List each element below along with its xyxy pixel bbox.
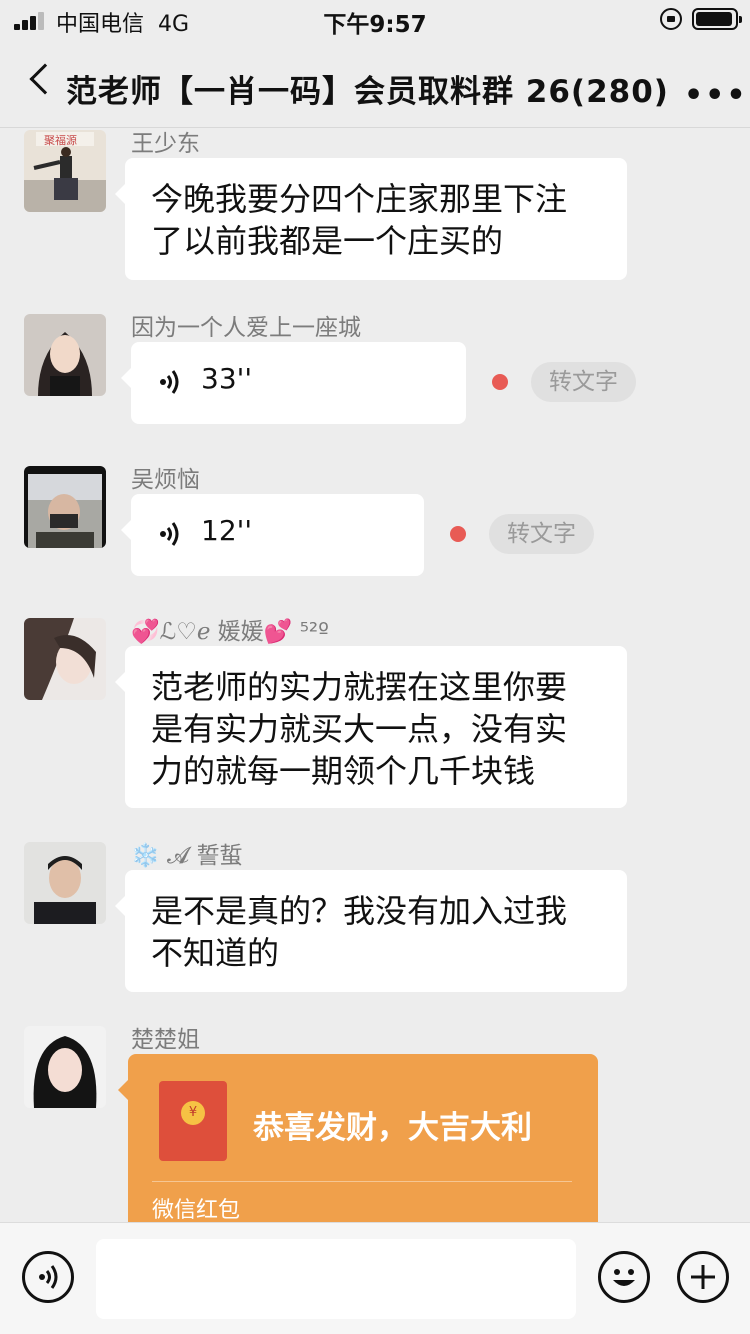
voice-input-button[interactable] [22,1251,74,1303]
message-text: 范老师的实力就摆在这里你要 是有实力就买大一点，没有实 力的就每一期领个几千块钱 [151,666,567,792]
message-line: 是有实力就买大一点，没有实 [151,710,568,748]
voice-duration: 12'' [201,514,253,547]
message-line: 不知道的 [151,934,280,972]
avatar[interactable] [24,842,106,924]
status-bar: 中国电信 4G 下午9:57 [0,0,750,40]
chat-header: 范老师【一肖一码】会员取料群 26(280) ••• [0,40,750,128]
battery-icon [692,8,742,30]
message-bubble[interactable]: 今晚我要分四个庄家那里下注 了以前我都是一个庄买的 [115,158,627,280]
red-packet-card[interactable]: ¥ 恭喜发财，大吉大利 微信红包 [118,1054,598,1234]
message-input[interactable] [96,1239,576,1319]
voice-message-bubble[interactable]: 33'' [121,342,466,424]
voice-duration: 33'' [201,362,253,395]
more-options-icon[interactable]: ••• [684,78,748,113]
status-time: 下午9:57 [323,12,427,38]
avatar[interactable] [24,466,106,548]
message-text: 今晚我要分四个庄家那里下注 了以前我都是一个庄买的 [151,178,567,262]
avatar[interactable]: 聚福源 [24,130,106,212]
message-line: 力的就每一期领个几千块钱 [151,752,536,790]
chat-title: 范老师【一肖一码】会员取料群 26(280) [66,74,669,110]
message-line: 是不是真的？我没有加入过我 [151,892,568,930]
rotation-lock-icon [660,8,682,30]
voice-wave-icon [39,1265,58,1289]
voice-wave-icon [160,522,179,546]
transcribe-button[interactable]: 转文字 [489,514,594,554]
avatar[interactable] [24,1026,106,1108]
sender-name: 因为一个人爱上一座城 [131,315,361,341]
unread-dot [492,374,508,390]
red-envelope-icon: ¥ [159,1081,227,1161]
message-line: 今晚我要分四个庄家那里下注 [151,180,568,218]
sender-name: 吴烦恼 [131,467,200,493]
svg-text:聚福源: 聚福源 [44,133,77,147]
avatar[interactable] [24,618,106,700]
divider [152,1181,572,1182]
back-chevron-icon[interactable] [29,63,61,95]
sender-name: 王少东 [131,131,200,157]
plus-icon [691,1265,715,1289]
message-bubble[interactable]: 范老师的实力就摆在这里你要 是有实力就买大一点，没有实 力的就每一期领个几千块钱 [115,646,627,808]
smiley-icon [613,1269,635,1286]
sender-name: 楚楚姐 [131,1027,200,1053]
chat-input-bar [0,1222,750,1334]
message-line: 了以前我都是一个庄买的 [151,222,504,260]
voice-message-bubble[interactable]: 12'' [121,494,424,576]
message-line: 范老师的实力就摆在这里你要 [151,668,568,706]
voice-wave-icon [160,370,179,394]
sender-name: 💞ℒ♡ℯ 媛媛💕 ⁵²º [131,619,329,645]
more-functions-button[interactable] [677,1251,729,1303]
avatar[interactable] [24,314,106,396]
message-bubble[interactable]: 是不是真的？我没有加入过我 不知道的 [115,870,627,992]
red-packet-greeting: 恭喜发财，大吉大利 [253,1110,532,1146]
emoji-button[interactable] [598,1251,650,1303]
unread-dot [450,526,466,542]
red-packet-label: 微信红包 [152,1198,241,1223]
coin-icon: ¥ [181,1101,205,1125]
message-text: 是不是真的？我没有加入过我 不知道的 [151,890,567,974]
sender-name: ❄️ 𝓐 誓蜇 [131,843,243,869]
transcribe-button[interactable]: 转文字 [531,362,636,402]
